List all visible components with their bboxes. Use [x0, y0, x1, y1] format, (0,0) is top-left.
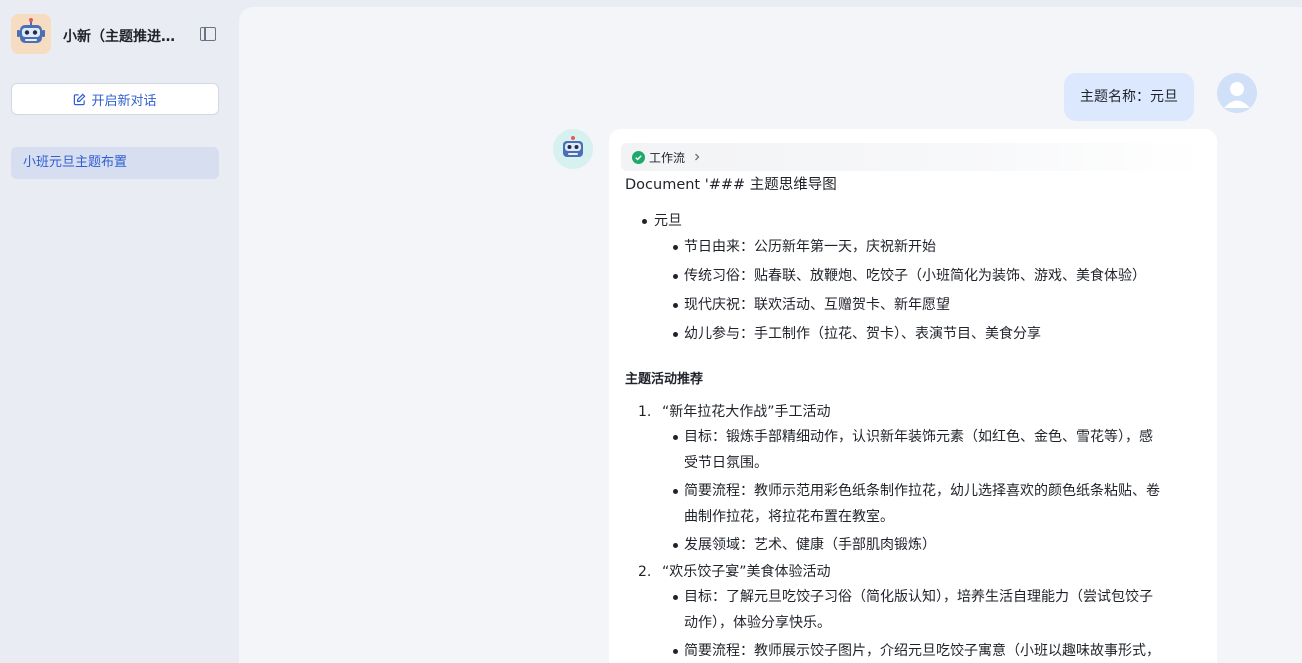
answer-content: Document '### 主题思维导图 元旦 节日由来：公历新年第一天，庆祝新… [625, 175, 1205, 663]
list-item: 目标：了解元旦吃饺子习俗（简化版认知），培养生活自理能力（尝试包饺子 动作），体验… [625, 584, 1205, 636]
workflow-label: 工作流 [649, 150, 686, 165]
list-item: 简要流程：教师示范用彩色纸条制作拉花，幼儿选择喜欢的颜色纸条粘贴、卷 曲制作拉花，… [625, 478, 1205, 530]
mindmap-root: 元旦 [625, 211, 1205, 231]
check-icon [632, 150, 645, 164]
robot-avatar-icon [553, 129, 593, 169]
user-avatar-icon [1217, 73, 1257, 113]
activity-item: 2. “欢乐饺子宴”美食体验活动 [638, 564, 831, 580]
edit-icon [74, 93, 86, 105]
list-item: 传统习俗：贴春联、放鞭炮、吃饺子（小班简化为装饰、游戏、美食体验） [625, 263, 1205, 289]
robot-logo-icon [11, 14, 51, 54]
list-item: 目标：锻炼手部精细动作，认识新年装饰元素（如红色、金色、雪花等），感 受节日氛围。 [625, 424, 1205, 476]
bot-avatar [553, 129, 593, 169]
sidebar-toggle-icon[interactable] [200, 27, 216, 41]
chevron-right-icon [695, 153, 700, 161]
doc-title: Document '### 主题思维导图 [625, 177, 837, 193]
app-header: 小新（主题推进… [11, 14, 231, 56]
new-chat-label: 开启新对话 [91, 93, 157, 109]
sidebar: 小新（主题推进… 开启新对话 小班元旦主题布置 [0, 0, 239, 663]
section-heading: 主题活动推荐 [625, 372, 704, 387]
new-chat-button[interactable]: 开启新对话 [11, 83, 219, 115]
history-item[interactable]: 小班元旦主题布置 [11, 147, 219, 179]
chat-main: 主题名称：元旦 工作流 Document '### 主题思维导图 元旦 节日由来… [239, 7, 1302, 663]
list-item: 幼儿参与：手工制作（拉花、贺卡）、表演节目、美食分享 [625, 321, 1205, 347]
answer-card: 工作流 Document '### 主题思维导图 元旦 节日由来：公历新年第一天… [609, 129, 1217, 663]
user-message: 主题名称：元旦 [1064, 73, 1194, 121]
workflow-chip[interactable]: 工作流 [621, 143, 1205, 171]
list-item: 现代庆祝：联欢活动、互赠贺卡、新年愿望 [625, 292, 1205, 318]
list-item: 简要流程：教师展示饺子图片，介绍元旦吃饺子寓意（小班以趣味故事形式， [625, 638, 1205, 663]
activity-item: 1. “新年拉花大作战”手工活动 [638, 404, 831, 420]
app-title: 小新（主题推进… [63, 29, 175, 45]
user-avatar [1217, 73, 1257, 113]
list-item: 节日由来：公历新年第一天，庆祝新开始 [625, 234, 1205, 260]
list-item: 发展领域：艺术、健康（手部肌肉锻炼） [625, 532, 1205, 558]
